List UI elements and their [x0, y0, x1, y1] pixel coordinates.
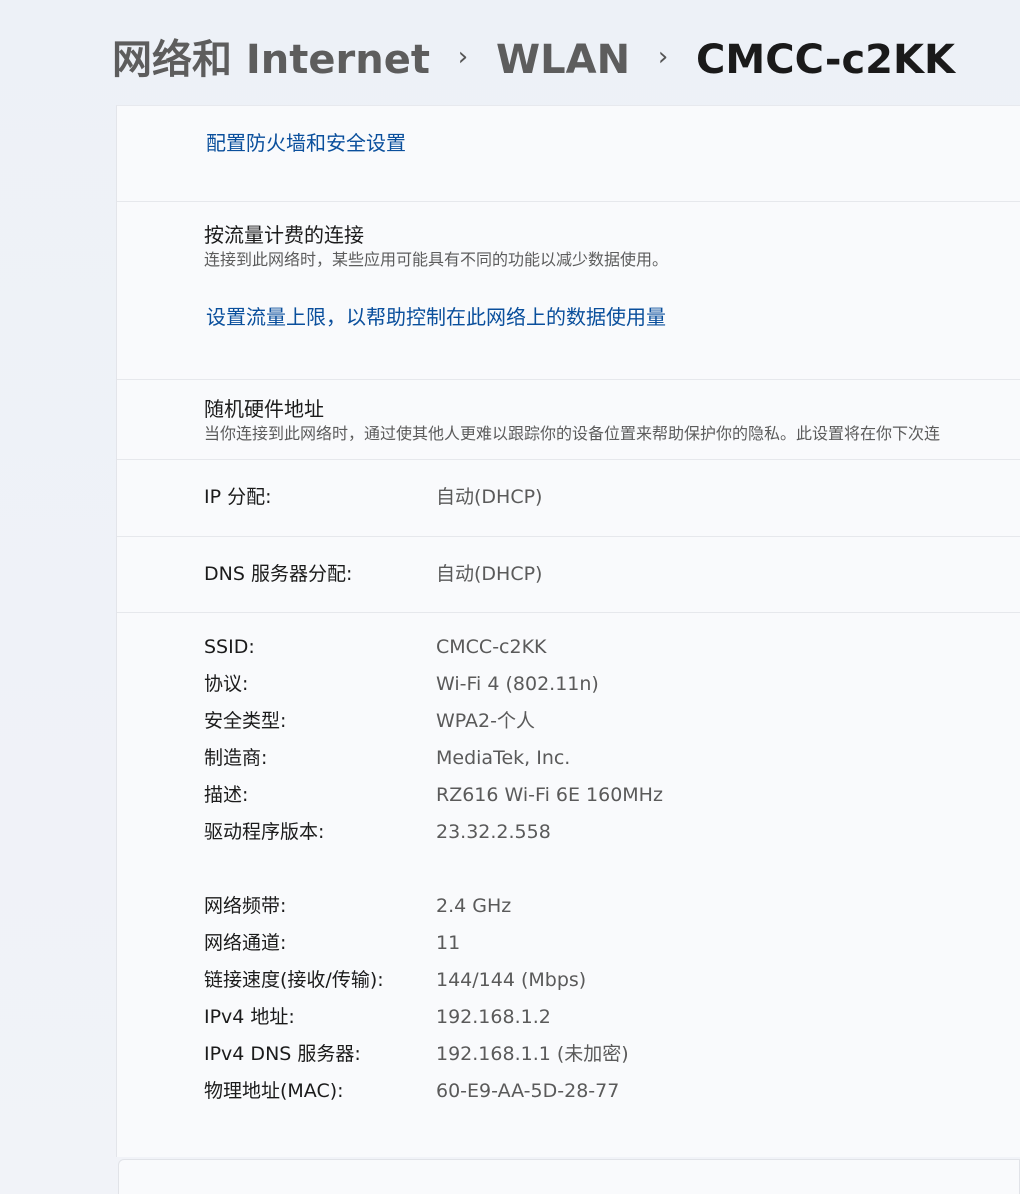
dns-assignment-label: DNS 服务器分配:: [204, 563, 353, 585]
breadcrumb-network-internet[interactable]: 网络和 Internet: [112, 30, 430, 90]
property-value: 23.32.2.558: [436, 821, 551, 843]
metered-connection-section: 按流量计费的连接 连接到此网络时，某些应用可能具有不同的功能以减少数据使用。 设…: [117, 202, 1020, 380]
random-hardware-address-title: 随机硬件地址: [204, 397, 324, 421]
property-row: 安全类型: WPA2-个人: [117, 706, 1020, 736]
property-label: 协议:: [204, 673, 249, 695]
property-value: MediaTek, Inc.: [436, 747, 571, 769]
property-label: 物理地址(MAC):: [204, 1080, 344, 1102]
firewall-section: 配置防火墙和安全设置: [117, 106, 1020, 202]
property-value: 60-E9-AA-5D-28-77: [436, 1080, 620, 1102]
dns-assignment-value: 自动(DHCP): [436, 563, 543, 585]
property-row: 链接速度(接收/传输): 144/144 (Mbps): [117, 965, 1020, 995]
property-row: 协议: Wi-Fi 4 (802.11n): [117, 669, 1020, 699]
metered-connection-description: 连接到此网络时，某些应用可能具有不同的功能以减少数据使用。: [204, 250, 669, 269]
property-row: 网络通道: 11: [117, 928, 1020, 958]
property-label: 网络通道:: [204, 932, 287, 954]
property-row: 制造商: MediaTek, Inc.: [117, 743, 1020, 773]
ip-assignment-row: IP 分配: 自动(DHCP): [117, 460, 1020, 537]
ip-assignment-value: 自动(DHCP): [436, 486, 543, 508]
property-value: 192.168.1.2: [436, 1006, 551, 1028]
property-value: 11: [436, 932, 461, 954]
ip-assignment-label: IP 分配:: [204, 486, 272, 508]
property-value: 2.4 GHz: [436, 895, 512, 917]
property-label: 安全类型:: [204, 710, 287, 732]
data-limit-link[interactable]: 设置流量上限，以帮助控制在此网络上的数据使用量: [206, 304, 666, 330]
random-hardware-address-section: 随机硬件地址 当你连接到此网络时，通过使其他人更难以跟踪你的设备位置来帮助保护你…: [117, 380, 1020, 460]
breadcrumb: 网络和 Internet › WLAN › CMCC-c2KK: [112, 30, 955, 90]
random-hardware-address-description: 当你连接到此网络时，通过使其他人更难以跟踪你的设备位置来帮助保护你的隐私。此设置…: [204, 424, 941, 443]
property-row: IPv4 地址: 192.168.1.2: [117, 1002, 1020, 1032]
property-value: CMCC-c2KK: [436, 636, 547, 658]
property-value: 192.168.1.1 (未加密): [436, 1043, 629, 1065]
property-row: 描述: RZ616 Wi-Fi 6E 160MHz: [117, 780, 1020, 810]
property-value: 144/144 (Mbps): [436, 969, 587, 991]
property-label: IPv4 地址:: [204, 1006, 295, 1028]
chevron-right-icon: ›: [657, 42, 669, 72]
property-label: 网络频带:: [204, 895, 287, 917]
dns-assignment-row: DNS 服务器分配: 自动(DHCP): [117, 537, 1020, 613]
property-row: 网络频带: 2.4 GHz: [117, 891, 1020, 921]
property-label: 驱动程序版本:: [204, 821, 325, 843]
property-label: 链接速度(接收/传输):: [204, 969, 384, 991]
property-value: RZ616 Wi-Fi 6E 160MHz: [436, 784, 663, 806]
firewall-settings-link[interactable]: 配置防火墙和安全设置: [206, 130, 406, 156]
property-label: 制造商:: [204, 747, 268, 769]
property-label: 描述:: [204, 784, 249, 806]
property-label: SSID:: [204, 636, 255, 658]
property-row: 物理地址(MAC): 60-E9-AA-5D-28-77: [117, 1076, 1020, 1106]
breadcrumb-wlan[interactable]: WLAN: [496, 30, 630, 90]
property-row: 驱动程序版本: 23.32.2.558: [117, 817, 1020, 847]
property-value: Wi-Fi 4 (802.11n): [436, 673, 599, 695]
property-label: IPv4 DNS 服务器:: [204, 1043, 361, 1065]
settings-page: 网络和 Internet › WLAN › CMCC-c2KK 配置防火墙和安全…: [0, 0, 1020, 1194]
property-row: IPv4 DNS 服务器: 192.168.1.1 (未加密): [117, 1039, 1020, 1069]
property-value: WPA2-个人: [436, 710, 535, 732]
property-row: SSID: CMCC-c2KK: [117, 632, 1020, 662]
page-title: CMCC-c2KK: [696, 37, 955, 83]
chevron-right-icon: ›: [457, 42, 469, 72]
metered-connection-title: 按流量计费的连接: [204, 223, 364, 247]
network-properties-card: 配置防火墙和安全设置 按流量计费的连接 连接到此网络时，某些应用可能具有不同的功…: [116, 105, 1020, 1157]
next-settings-card: [118, 1159, 1020, 1194]
